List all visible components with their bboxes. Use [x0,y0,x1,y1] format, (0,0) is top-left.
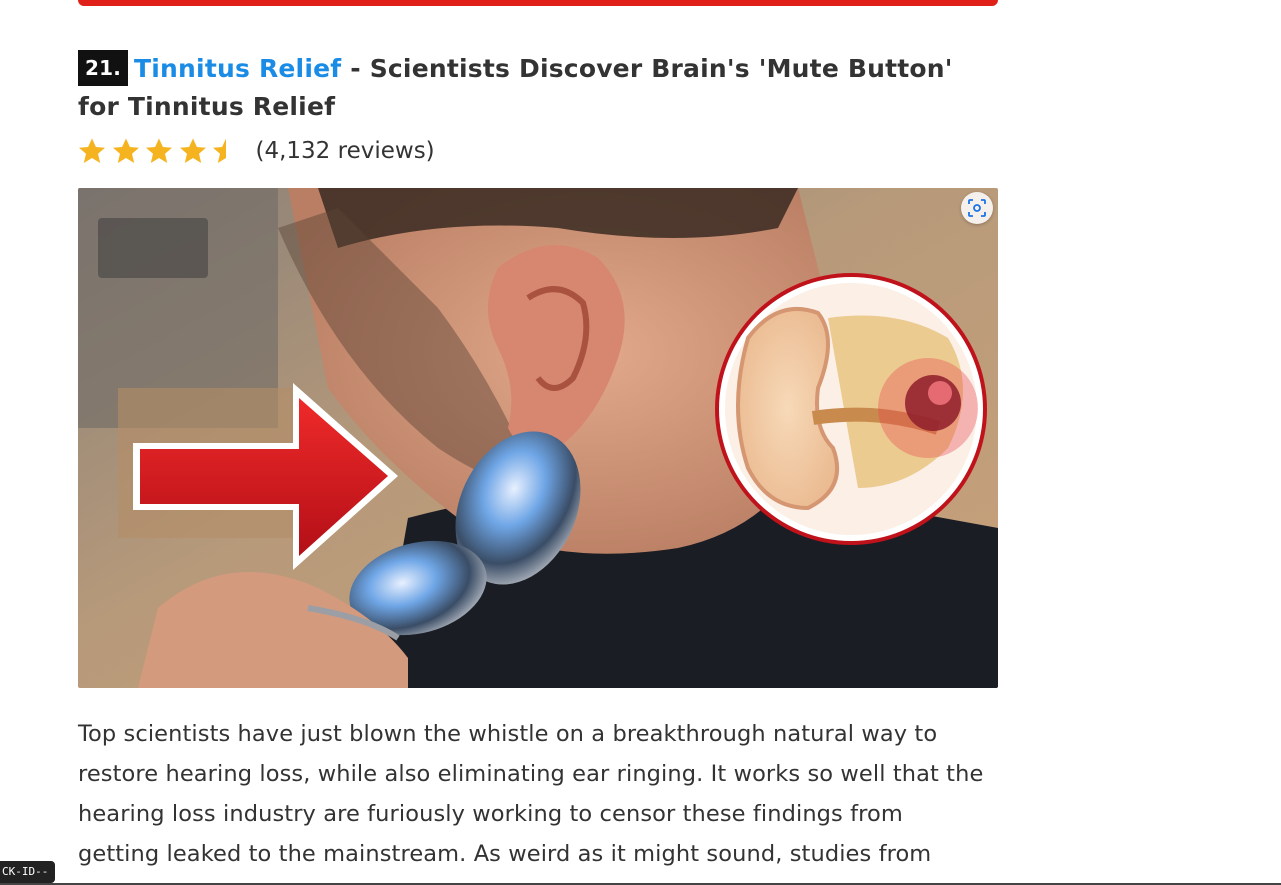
article-paragraph: Top scientists have just blown the whist… [78,721,984,867]
star-full-icon [112,138,139,163]
star-full-icon [179,138,206,163]
star-rating: (4,132 reviews) [78,131,435,171]
debug-id-tag: CK-ID-- [0,861,56,883]
headline-link[interactable]: Tinnitus Relief [134,54,341,83]
item-number-badge: 21. [78,50,129,86]
visual-search-icon [968,199,986,217]
star-half-icon [213,138,226,163]
article-headline: 21. Tinnitus Relief - Scientists Discover… [78,50,998,126]
stars-group [78,137,246,165]
hero-illustration [78,188,998,688]
visual-search-button[interactable] [961,192,993,224]
hero-image[interactable] [78,188,998,688]
top-red-bar [78,0,998,6]
star-full-icon [146,138,172,163]
star-full-icon [79,138,105,163]
review-count: (4,132 reviews) [255,138,435,164]
